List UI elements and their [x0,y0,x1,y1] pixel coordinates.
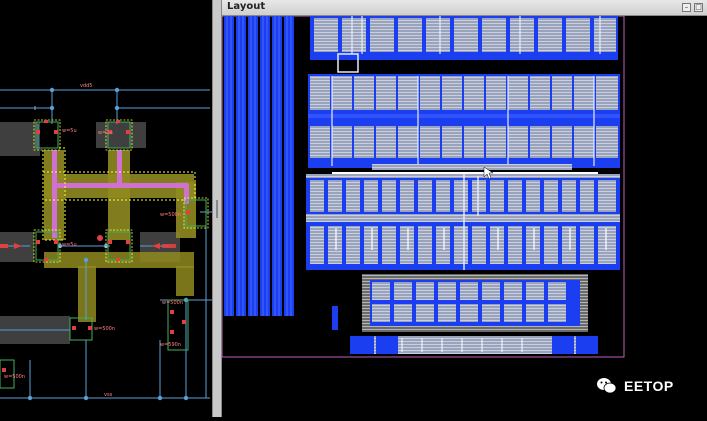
wechat-icon [597,378,617,394]
pane-splitter[interactable] [212,0,222,417]
device-label: w=590n [160,342,181,348]
schematic-canvas[interactable]: vdd5 vss w=5u w=1u w=5u w=500n w=500n w=… [0,0,212,417]
minimize-button[interactable]: – [682,3,691,12]
device-label: w=500n [94,326,115,332]
layout-titlebar[interactable]: Layout – □ [222,0,707,16]
maximize-button[interactable]: □ [694,3,703,12]
splitter-grip[interactable] [216,200,218,218]
vss-net-label: vss [104,392,113,398]
device-label: w=500n [4,374,25,380]
layout-canvas[interactable] [221,15,707,417]
layout-drawing [221,15,625,358]
device-label: w=1u [98,130,113,136]
watermark: EETOP [596,376,674,396]
vdd-net-label: vdd5 [80,83,93,89]
device-label: w=5u [62,128,77,134]
window-title: Layout [227,1,266,12]
device-label: w=5u [62,242,77,248]
layout-window: Layout – □ [221,0,707,417]
device-label: w=500n [160,212,181,218]
watermark-text: EETOP [624,378,674,394]
device-label: w=500n [162,300,183,306]
schematic-drawing: vdd5 vss w=5u w=1u w=5u w=500n w=500n w=… [0,83,212,401]
